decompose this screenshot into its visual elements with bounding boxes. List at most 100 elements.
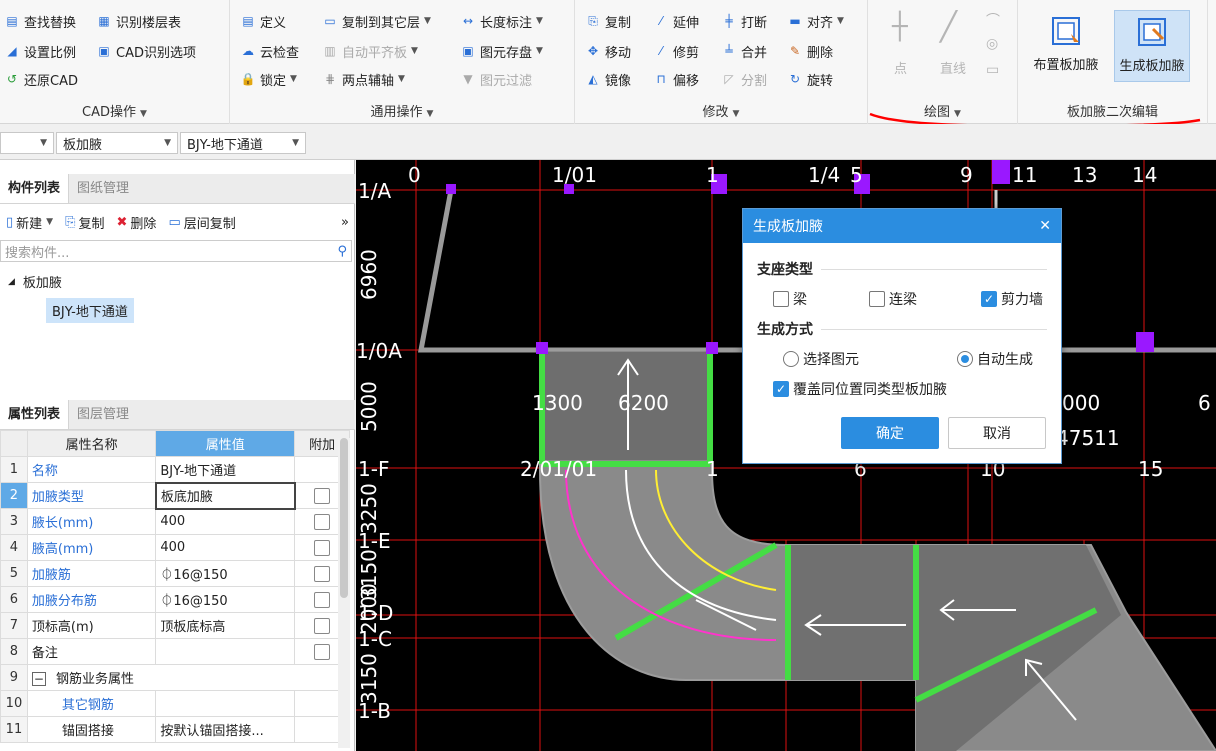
dimension-icon: ↔: [462, 14, 474, 28]
dialog-title-bar[interactable]: 生成板加腋 ✕: [743, 209, 1061, 243]
auto-flush-slab-button[interactable]: ▥ 自动平齐板 ▼: [322, 40, 418, 62]
new-button[interactable]: ▯ 新建 ▼: [6, 213, 53, 232]
table-row[interactable]: 2 加腋类型 板底加腋: [0, 481, 350, 510]
link-beam-checkbox[interactable]: 连梁: [869, 289, 917, 309]
table-row[interactable]: 11 锚固搭接 按默认锚固搭接...: [0, 716, 350, 743]
find-replace-button[interactable]: ▤ 查找替换: [4, 10, 76, 32]
align-button[interactable]: ▬ 对齐 ▼: [787, 10, 844, 32]
extra-checkbox[interactable]: [314, 487, 331, 504]
length-dimension-button[interactable]: ↔ 长度标注 ▼: [460, 10, 543, 32]
cloud-check-button[interactable]: ☁ 云检查: [240, 40, 299, 62]
set-scale-button[interactable]: ◢ 设置比例: [4, 40, 76, 62]
ok-button[interactable]: 确定: [841, 417, 939, 449]
eraser-icon: ✎: [789, 44, 801, 58]
search-icon: ⚲: [337, 243, 347, 259]
cloud-check-icon: ☁: [242, 44, 254, 58]
mirror-button[interactable]: ◭ 镜像: [585, 68, 631, 90]
beam-checkbox[interactable]: 梁: [773, 289, 807, 309]
table-row[interactable]: 5 加腋筋 ⏀16@150: [0, 560, 350, 587]
shear-wall-checkbox[interactable]: ✓ 剪力墙: [981, 289, 1043, 309]
split-button[interactable]: ◸ 分割: [721, 68, 767, 90]
line-icon[interactable]: ╱: [940, 10, 957, 43]
rotate-button[interactable]: ↻ 旋转: [787, 68, 833, 90]
collapse-toggle[interactable]: −: [31, 672, 46, 686]
cad-recognition-options-button[interactable]: ▣ CAD识别选项: [96, 40, 196, 62]
axis-label-top: 0: [408, 163, 421, 187]
group-label-general-ops[interactable]: 通用操作 ▼: [230, 101, 574, 120]
tab-property-list[interactable]: 属性列表: [0, 400, 70, 429]
scroll-thumb[interactable]: [340, 438, 348, 598]
table-row[interactable]: 8 备注: [0, 638, 350, 665]
property-scrollbar[interactable]: [338, 438, 350, 748]
table-row[interactable]: 7 顶标高(m) 顶板底标高: [0, 612, 350, 639]
merge-button[interactable]: ╧ 合并: [721, 40, 767, 62]
point-icon[interactable]: ┼: [892, 12, 908, 42]
tree-child-item[interactable]: BJY-地下通道: [46, 298, 134, 323]
copy-component-button[interactable]: ⎘ 复制: [65, 213, 104, 232]
tree-root-item[interactable]: ◢ 板加腋: [8, 272, 62, 291]
type-selector[interactable]: 板加腋 ▼: [56, 132, 178, 154]
define-button[interactable]: ▤ 定义: [240, 10, 286, 32]
copy-icon: ⎘: [65, 214, 76, 230]
support-type-section: 支座类型: [757, 259, 1047, 279]
cover-existing-checkbox[interactable]: ✓ 覆盖同位置同类型板加腋: [773, 379, 947, 399]
element-filter-button[interactable]: ▼ 图元过滤: [460, 68, 532, 90]
component-search-input[interactable]: 搜索构件... ⚲: [0, 240, 352, 262]
axis-label-top: 1: [706, 163, 719, 187]
blank-selector[interactable]: ▼: [0, 132, 54, 154]
point-button[interactable]: 点: [894, 58, 907, 77]
tab-component-list[interactable]: 构件列表: [0, 174, 70, 203]
recognize-floor-table-button[interactable]: ▦ 识别楼层表: [96, 10, 181, 32]
extra-checkbox[interactable]: [314, 539, 331, 556]
delete-button[interactable]: ✎ 删除: [787, 40, 833, 62]
generate-haunch-icon: [1138, 18, 1166, 46]
extra-checkbox[interactable]: [314, 591, 331, 608]
copy-button[interactable]: ⎘ 复制: [585, 10, 631, 32]
extra-checkbox[interactable]: [314, 565, 331, 582]
restore-cad-button[interactable]: ↺ 还原CAD: [4, 68, 78, 90]
group-label-cad-ops[interactable]: CAD操作 ▼: [0, 101, 229, 120]
extend-icon: ⁄: [659, 14, 662, 28]
tab-drawing-management[interactable]: 图纸管理: [69, 174, 137, 203]
instance-selector[interactable]: BJY-地下通道 ▼: [180, 132, 306, 154]
offset-button[interactable]: ⊓ 偏移: [653, 68, 699, 90]
select-element-radio[interactable]: 选择图元: [783, 349, 859, 369]
check-icon: ✓: [981, 291, 997, 307]
two-point-axis-button[interactable]: ⋕ 两点辅轴 ▼: [322, 68, 405, 90]
trim-button[interactable]: ⁄ 修剪: [653, 40, 699, 62]
group-label-modify[interactable]: 修改 ▼: [575, 101, 867, 120]
save-element-button[interactable]: ▣ 图元存盘 ▼: [460, 40, 543, 62]
arc-icon[interactable]: ⌒: [986, 10, 1000, 30]
auto-generate-radio[interactable]: 自动生成: [957, 349, 1033, 369]
table-row[interactable]: 10 其它钢筋: [0, 690, 350, 717]
circle-icon[interactable]: ◎: [986, 36, 998, 52]
mirror-icon: ◭: [588, 72, 598, 86]
axis-label-mid: 2/01/01: [520, 457, 597, 481]
extend-button[interactable]: ⁄ 延伸: [653, 10, 699, 32]
table-row[interactable]: 6 加腋分布筋 ⏀16@150: [0, 586, 350, 613]
delete-component-button[interactable]: ✖ 删除: [117, 213, 157, 232]
table-row[interactable]: 3 腋长(mm) 400: [0, 508, 350, 535]
tab-layer-management[interactable]: 图层管理: [69, 400, 137, 429]
layer-copy-button[interactable]: ▭ 层间复制: [168, 213, 235, 232]
dimension-label: 5000: [357, 381, 381, 432]
lock-button[interactable]: 🔒 锁定 ▼: [240, 68, 297, 90]
place-slab-haunch-button[interactable]: 布置板加腋: [1028, 10, 1104, 82]
move-button[interactable]: ✥ 移动: [585, 40, 631, 62]
copy-to-other-layer-button[interactable]: ▭ 复制到其它层 ▼: [322, 10, 431, 32]
extra-checkbox[interactable]: [314, 617, 331, 634]
table-row[interactable]: 1 名称 BJY-地下通道: [0, 456, 350, 483]
table-row[interactable]: 9 − 钢筋业务属性: [0, 664, 351, 691]
copy-icon: ⎘: [588, 13, 598, 28]
extra-checkbox[interactable]: [314, 643, 331, 660]
generate-slab-haunch-button[interactable]: 生成板加腋: [1114, 10, 1190, 82]
close-icon[interactable]: ✕: [1039, 218, 1051, 234]
more-button[interactable]: »: [341, 215, 349, 230]
rectangle-icon[interactable]: ▭: [986, 62, 999, 78]
table-row[interactable]: 4 腋高(mm) 400: [0, 534, 350, 561]
line-button[interactable]: 直线: [940, 58, 966, 77]
axis-label-left: 1/0A: [356, 339, 402, 363]
cancel-button[interactable]: 取消: [948, 417, 1046, 449]
break-button[interactable]: ╪ 打断: [721, 10, 767, 32]
extra-checkbox[interactable]: [314, 513, 331, 530]
